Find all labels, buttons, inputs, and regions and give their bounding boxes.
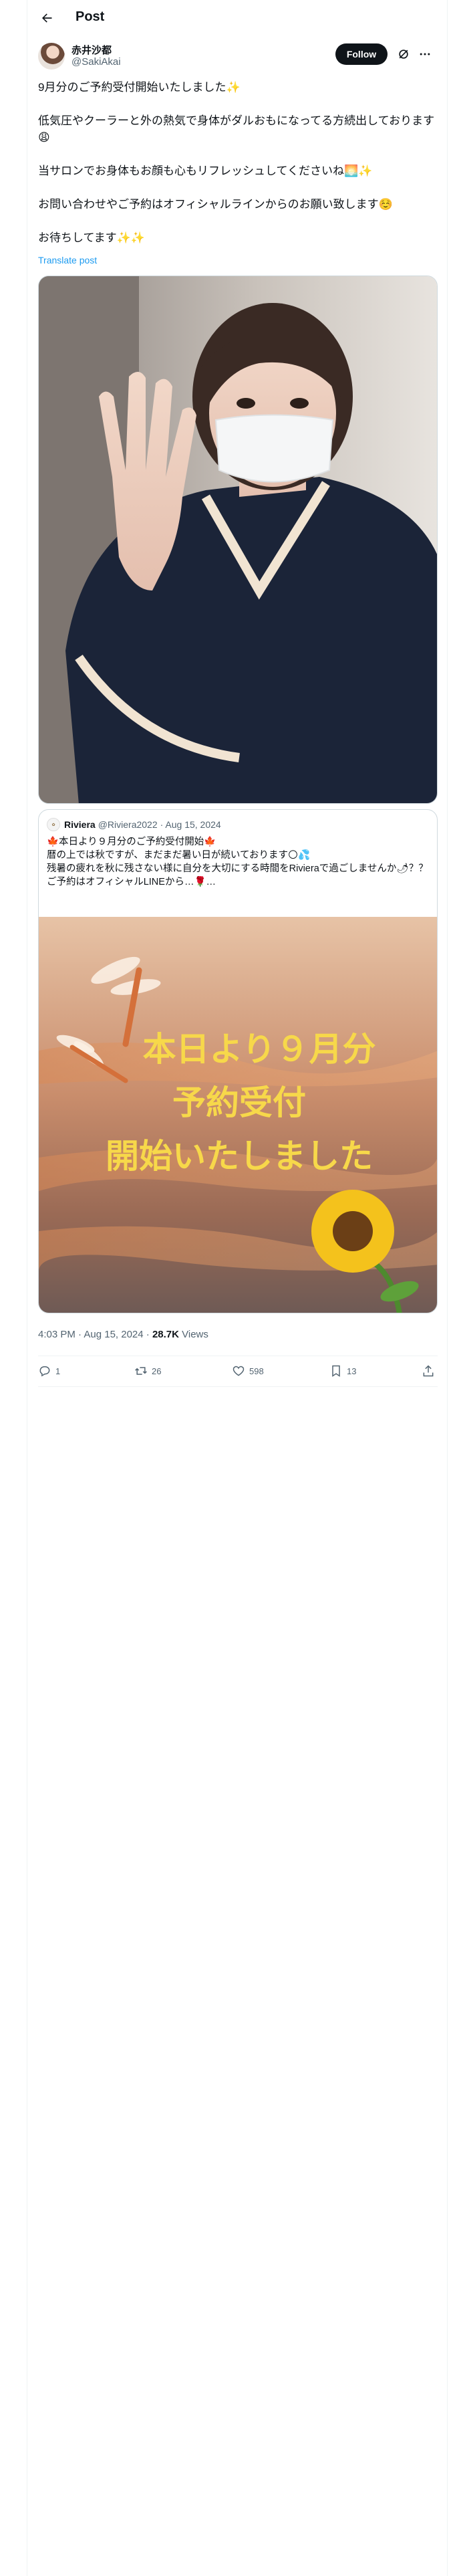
follow-button[interactable]: Follow — [335, 43, 388, 65]
author-handle[interactable]: @SakiAkai — [71, 56, 121, 68]
share-icon — [423, 1365, 434, 1377]
bookmark-icon — [332, 1365, 340, 1377]
bookmark-count: 13 — [347, 1366, 357, 1376]
author-row: 赤井沙都 @SakiAkai Follow — [38, 41, 438, 71]
grok-icon — [399, 49, 408, 59]
quoted-post[interactable]: ✿ Riviera @Riviera2022 · Aug 15, 2024 🍁本… — [38, 809, 438, 1313]
page-title: Post — [76, 9, 105, 24]
action-bar: 1 26 598 13 — [38, 1356, 438, 1386]
tweet-paragraph: お待ちしてます✨✨ — [38, 231, 145, 244]
tweet-paragraph: 低気圧やクーラーと外の熱気で身体がダルおもになってる方続出しております😩 — [38, 114, 435, 144]
quote-image[interactable]: 本日より９月分 予約受付 開始いたしました — [39, 917, 437, 1313]
top-bar: Post — [27, 0, 448, 35]
author-name[interactable]: 赤井沙都 — [71, 43, 112, 57]
arrow-left-icon — [42, 13, 52, 23]
like-count: 598 — [249, 1366, 264, 1376]
divider — [38, 1386, 438, 1387]
reply-icon — [39, 1366, 50, 1377]
tweet-paragraph: お問い合わせやご予約はオフィシャルラインからのお願い致します☺️ — [38, 198, 393, 211]
time-text: 4:03 PM · Aug 15, 2024 · — [38, 1329, 152, 1340]
reply-count: 1 — [55, 1366, 61, 1376]
image-caption-line: 開始いたしました — [106, 1137, 373, 1176]
quote-avatar: ✿ — [47, 818, 60, 831]
post-timestamp[interactable]: 4:03 PM · Aug 15, 2024 · 28.7K Views — [38, 1329, 208, 1340]
quote-text: 🍁本日より９月分のご予約受付開始🍁 暦の上では秋ですが、まだまだ暑い日が続いてお… — [47, 837, 428, 887]
photo-illustration — [39, 276, 437, 803]
repost-button[interactable]: 26 — [134, 1364, 161, 1378]
more-icon — [420, 53, 430, 56]
repost-count: 26 — [152, 1366, 162, 1376]
translate-link[interactable]: Translate post — [38, 255, 97, 265]
tweet-paragraph: 当サロンでお身体もお顔も心もリフレッシュしてくださいね🌅✨ — [38, 165, 373, 177]
avatar[interactable] — [38, 43, 65, 70]
views-count: 28.7K — [152, 1329, 179, 1340]
quote-image-illustration: 本日より９月分 予約受付 開始いたしました — [39, 917, 437, 1313]
reply-button[interactable]: 1 — [38, 1364, 60, 1378]
quote-date: · Aug 15, 2024 — [160, 819, 221, 830]
tweet-paragraph: 9月分のご予約受付開始いたしました✨ — [38, 81, 241, 94]
grok-button[interactable] — [395, 45, 412, 63]
tweet-text: 9月分のご予約受付開始いたしました✨ 低気圧やクーラーと外の熱気で身体がダルおも… — [38, 79, 438, 246]
image-caption-line: 予約受付 — [172, 1083, 306, 1122]
quote-handle: @Riviera2022 — [98, 819, 158, 830]
repost-icon — [135, 1367, 147, 1375]
heart-icon — [233, 1366, 245, 1376]
back-button[interactable] — [35, 7, 58, 29]
quote-name: Riviera — [64, 819, 96, 830]
quote-header: ✿ Riviera @Riviera2022 · Aug 15, 2024 — [47, 818, 221, 831]
more-button[interactable] — [416, 45, 434, 63]
tweet-photo[interactable] — [38, 276, 438, 804]
image-caption-line: 本日より９月分 — [143, 1030, 376, 1069]
share-button[interactable] — [422, 1364, 439, 1378]
bookmark-button[interactable]: 13 — [329, 1364, 356, 1378]
views-label: Views — [178, 1329, 208, 1340]
like-button[interactable]: 598 — [232, 1364, 264, 1378]
post-column: Post 赤井沙都 @SakiAkai Follow 9月分のご予約受付開始いた… — [27, 0, 448, 2576]
